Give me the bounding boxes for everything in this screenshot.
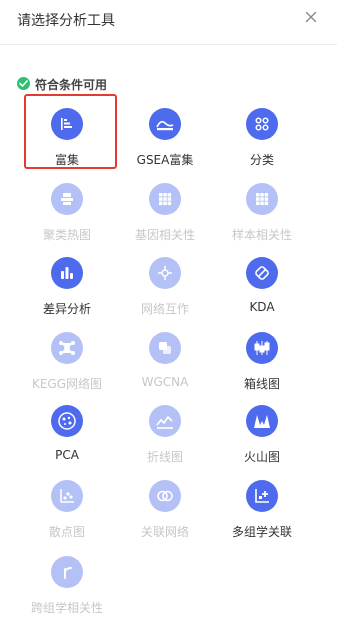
tool-sample-correlation[interactable]: 样本相关性 (216, 183, 308, 249)
header-divider (0, 44, 337, 45)
tool-scatter-plot[interactable]: 散点图 (21, 480, 113, 546)
tool-pca[interactable]: PCA (21, 405, 113, 471)
tool-network-interaction[interactable]: 网络互作 (119, 257, 211, 323)
tool-kegg-network[interactable]: KEGG网络图 (21, 332, 113, 398)
tool-label: KDA (249, 300, 275, 314)
cross-omics-correlation-icon (51, 556, 83, 588)
association-network-icon (149, 480, 181, 512)
panel-title: 请选择分析工具 (17, 13, 115, 29)
differential-analysis-icon (51, 257, 83, 289)
tool-label: PCA (55, 448, 79, 462)
multi-omics-icon (246, 480, 278, 512)
tool-association-network[interactable]: 关联网络 (119, 480, 211, 546)
tool-label: 跨组学相关性 (30, 601, 103, 615)
tool-label: 差异分析 (42, 302, 91, 316)
tool-cross-omics-correlation[interactable]: 跨组学相关性 (21, 556, 113, 622)
tool-label: 箱线图 (243, 377, 280, 391)
pca-icon (51, 405, 83, 437)
tool-label: 网络互作 (140, 302, 189, 316)
tool-line-chart[interactable]: 折线图 (119, 405, 211, 471)
tool-picker-panel: 请选择分析工具 符合条件可用 富集 GSEA富集 分类 聚类热图 基因相关性 样… (0, 0, 337, 619)
sample-correlation-icon (246, 183, 278, 215)
tool-classification[interactable]: 分类 (216, 108, 308, 174)
check-circle-icon (17, 77, 30, 90)
volcano-plot-icon (246, 405, 278, 437)
boxplot-icon (246, 332, 278, 364)
kda-icon (246, 257, 278, 289)
tool-label: 散点图 (48, 525, 85, 539)
tool-multi-omics[interactable]: 多组学关联 (216, 480, 308, 546)
gene-correlation-icon (149, 183, 181, 215)
wgcna-icon (149, 332, 181, 364)
close-icon[interactable] (303, 9, 319, 25)
tool-volcano-plot[interactable]: 火山图 (216, 405, 308, 471)
tool-label: KEGG网络图 (31, 377, 103, 391)
tool-cluster-heatmap[interactable]: 聚类热图 (21, 183, 113, 249)
tool-label: WGCNA (141, 375, 189, 389)
panel-header: 请选择分析工具 (0, 0, 337, 40)
line-chart-icon (149, 405, 181, 437)
tool-gene-correlation[interactable]: 基因相关性 (119, 183, 211, 249)
tool-label: 样本相关性 (231, 228, 292, 242)
cluster-heatmap-icon (51, 183, 83, 215)
gsea-icon (149, 108, 181, 140)
tool-label: 基因相关性 (134, 228, 195, 242)
classification-icon (246, 108, 278, 140)
tool-wgcna[interactable]: WGCNA (119, 332, 211, 398)
scatter-plot-icon (51, 480, 83, 512)
tool-label: 多组学关联 (231, 525, 292, 539)
tool-label: GSEA富集 (136, 153, 194, 167)
tool-label: 关联网络 (140, 525, 189, 539)
tool-label: 分类 (249, 153, 274, 167)
tool-label: 聚类热图 (42, 228, 91, 242)
tool-kda[interactable]: KDA (216, 257, 308, 323)
network-interaction-icon (149, 257, 181, 289)
tool-label: 火山图 (243, 450, 280, 464)
section-label: 符合条件可用 (35, 78, 108, 92)
selection-highlight (24, 94, 117, 169)
tool-gsea[interactable]: GSEA富集 (119, 108, 211, 174)
tool-differential-analysis[interactable]: 差异分析 (21, 257, 113, 323)
tool-boxplot[interactable]: 箱线图 (216, 332, 308, 398)
kegg-network-icon (51, 332, 83, 364)
tool-label: 折线图 (146, 450, 183, 464)
